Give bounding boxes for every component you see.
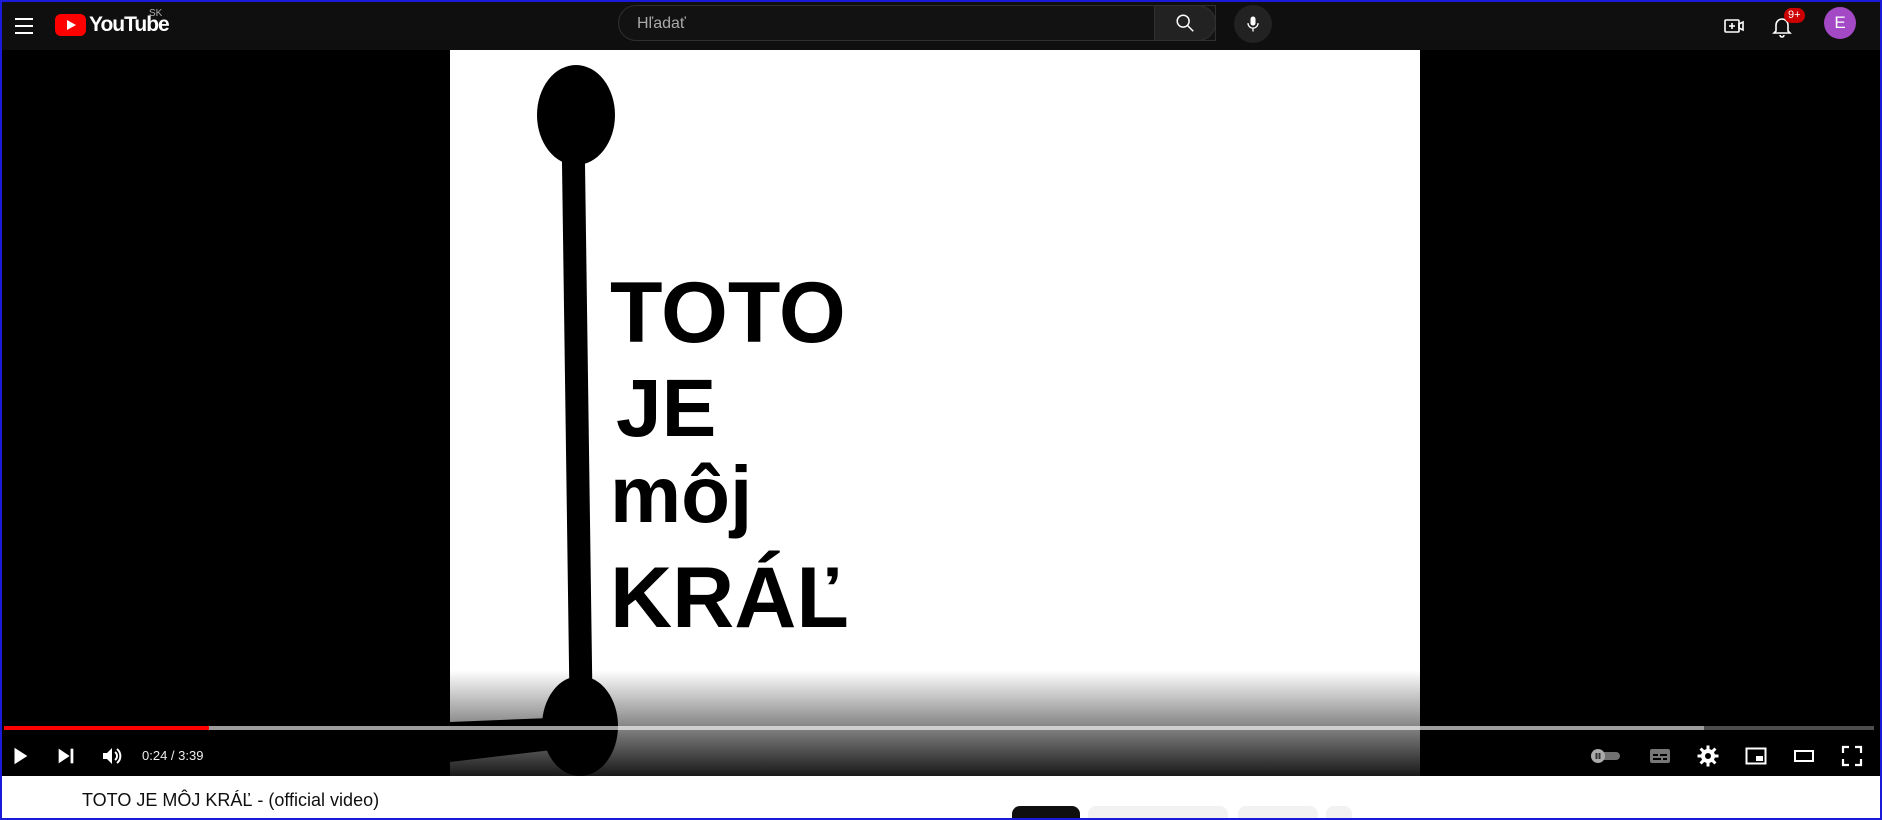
progress-bar[interactable]: [4, 726, 1874, 730]
gear-icon: [1697, 745, 1719, 767]
video-player[interactable]: TOTO JE môj KRÁĽ 0:24 / 3:39: [2, 50, 1880, 776]
create-button[interactable]: [1718, 10, 1750, 42]
notification-badge: 9+: [1784, 8, 1805, 23]
video-frame-artwork: TOTO JE môj KRÁĽ: [450, 65, 849, 776]
search-icon: [1176, 14, 1194, 32]
menu-icon[interactable]: [8, 10, 40, 42]
fullscreen-button[interactable]: [1834, 738, 1870, 774]
subtitles-button[interactable]: [1642, 738, 1678, 774]
miniplayer-button[interactable]: [1738, 738, 1774, 774]
video-title: TOTO JE MÔJ KRÁĽ - (official video): [82, 790, 380, 810]
next-button[interactable]: [48, 738, 84, 774]
player-controls: 0:24 / 3:39: [2, 738, 1880, 776]
search-button[interactable]: [1154, 5, 1216, 41]
subtitles-icon: [1650, 749, 1670, 763]
settings-button[interactable]: [1690, 738, 1726, 774]
mute-button[interactable]: [94, 738, 130, 774]
volume-icon: [103, 748, 122, 764]
search-box: [618, 5, 1216, 41]
search-input[interactable]: [635, 14, 1179, 34]
frame-line-2: JE: [616, 363, 716, 454]
skip-next-icon: [58, 748, 74, 764]
related-chip[interactable]: [1088, 806, 1228, 818]
miniplayer-icon: [1745, 747, 1767, 765]
youtube-window: YouTube SK Hľadať 9+ E TOTO JE môj KRÁĽ …: [0, 0, 1882, 820]
play-button[interactable]: [2, 738, 38, 774]
related-chip[interactable]: [1326, 806, 1352, 818]
frame-line-4: KRÁĽ: [610, 550, 849, 646]
avatar[interactable]: E: [1824, 7, 1856, 39]
microphone-icon: [1247, 16, 1259, 32]
theater-mode-button[interactable]: [1786, 738, 1822, 774]
autoplay-toggle-icon: [1591, 749, 1620, 763]
related-chip[interactable]: [1238, 806, 1318, 818]
masthead: YouTube SK Hľadať 9+ E: [2, 2, 1880, 50]
frame-line-1: TOTO: [610, 265, 846, 361]
voice-search-button[interactable]: [1234, 5, 1272, 43]
progress-buffered: [4, 726, 1704, 730]
create-video-icon: [1724, 19, 1744, 33]
play-icon: [14, 747, 28, 765]
youtube-play-logo-icon: [55, 14, 86, 36]
progress-played: [4, 726, 209, 730]
video-frame: TOTO JE môj KRÁĽ: [450, 50, 1420, 776]
autoplay-toggle[interactable]: [1588, 738, 1624, 774]
frame-line-3: môj: [610, 450, 752, 539]
watch-metadata: TOTO JE MÔJ KRÁĽ - (official video): [2, 776, 1880, 818]
time-display: 0:24 / 3:39: [142, 748, 204, 763]
country-code: SK: [149, 8, 163, 19]
fullscreen-icon: [1841, 745, 1863, 767]
theater-mode-icon: [1794, 750, 1814, 762]
related-chip-active[interactable]: [1012, 806, 1080, 818]
